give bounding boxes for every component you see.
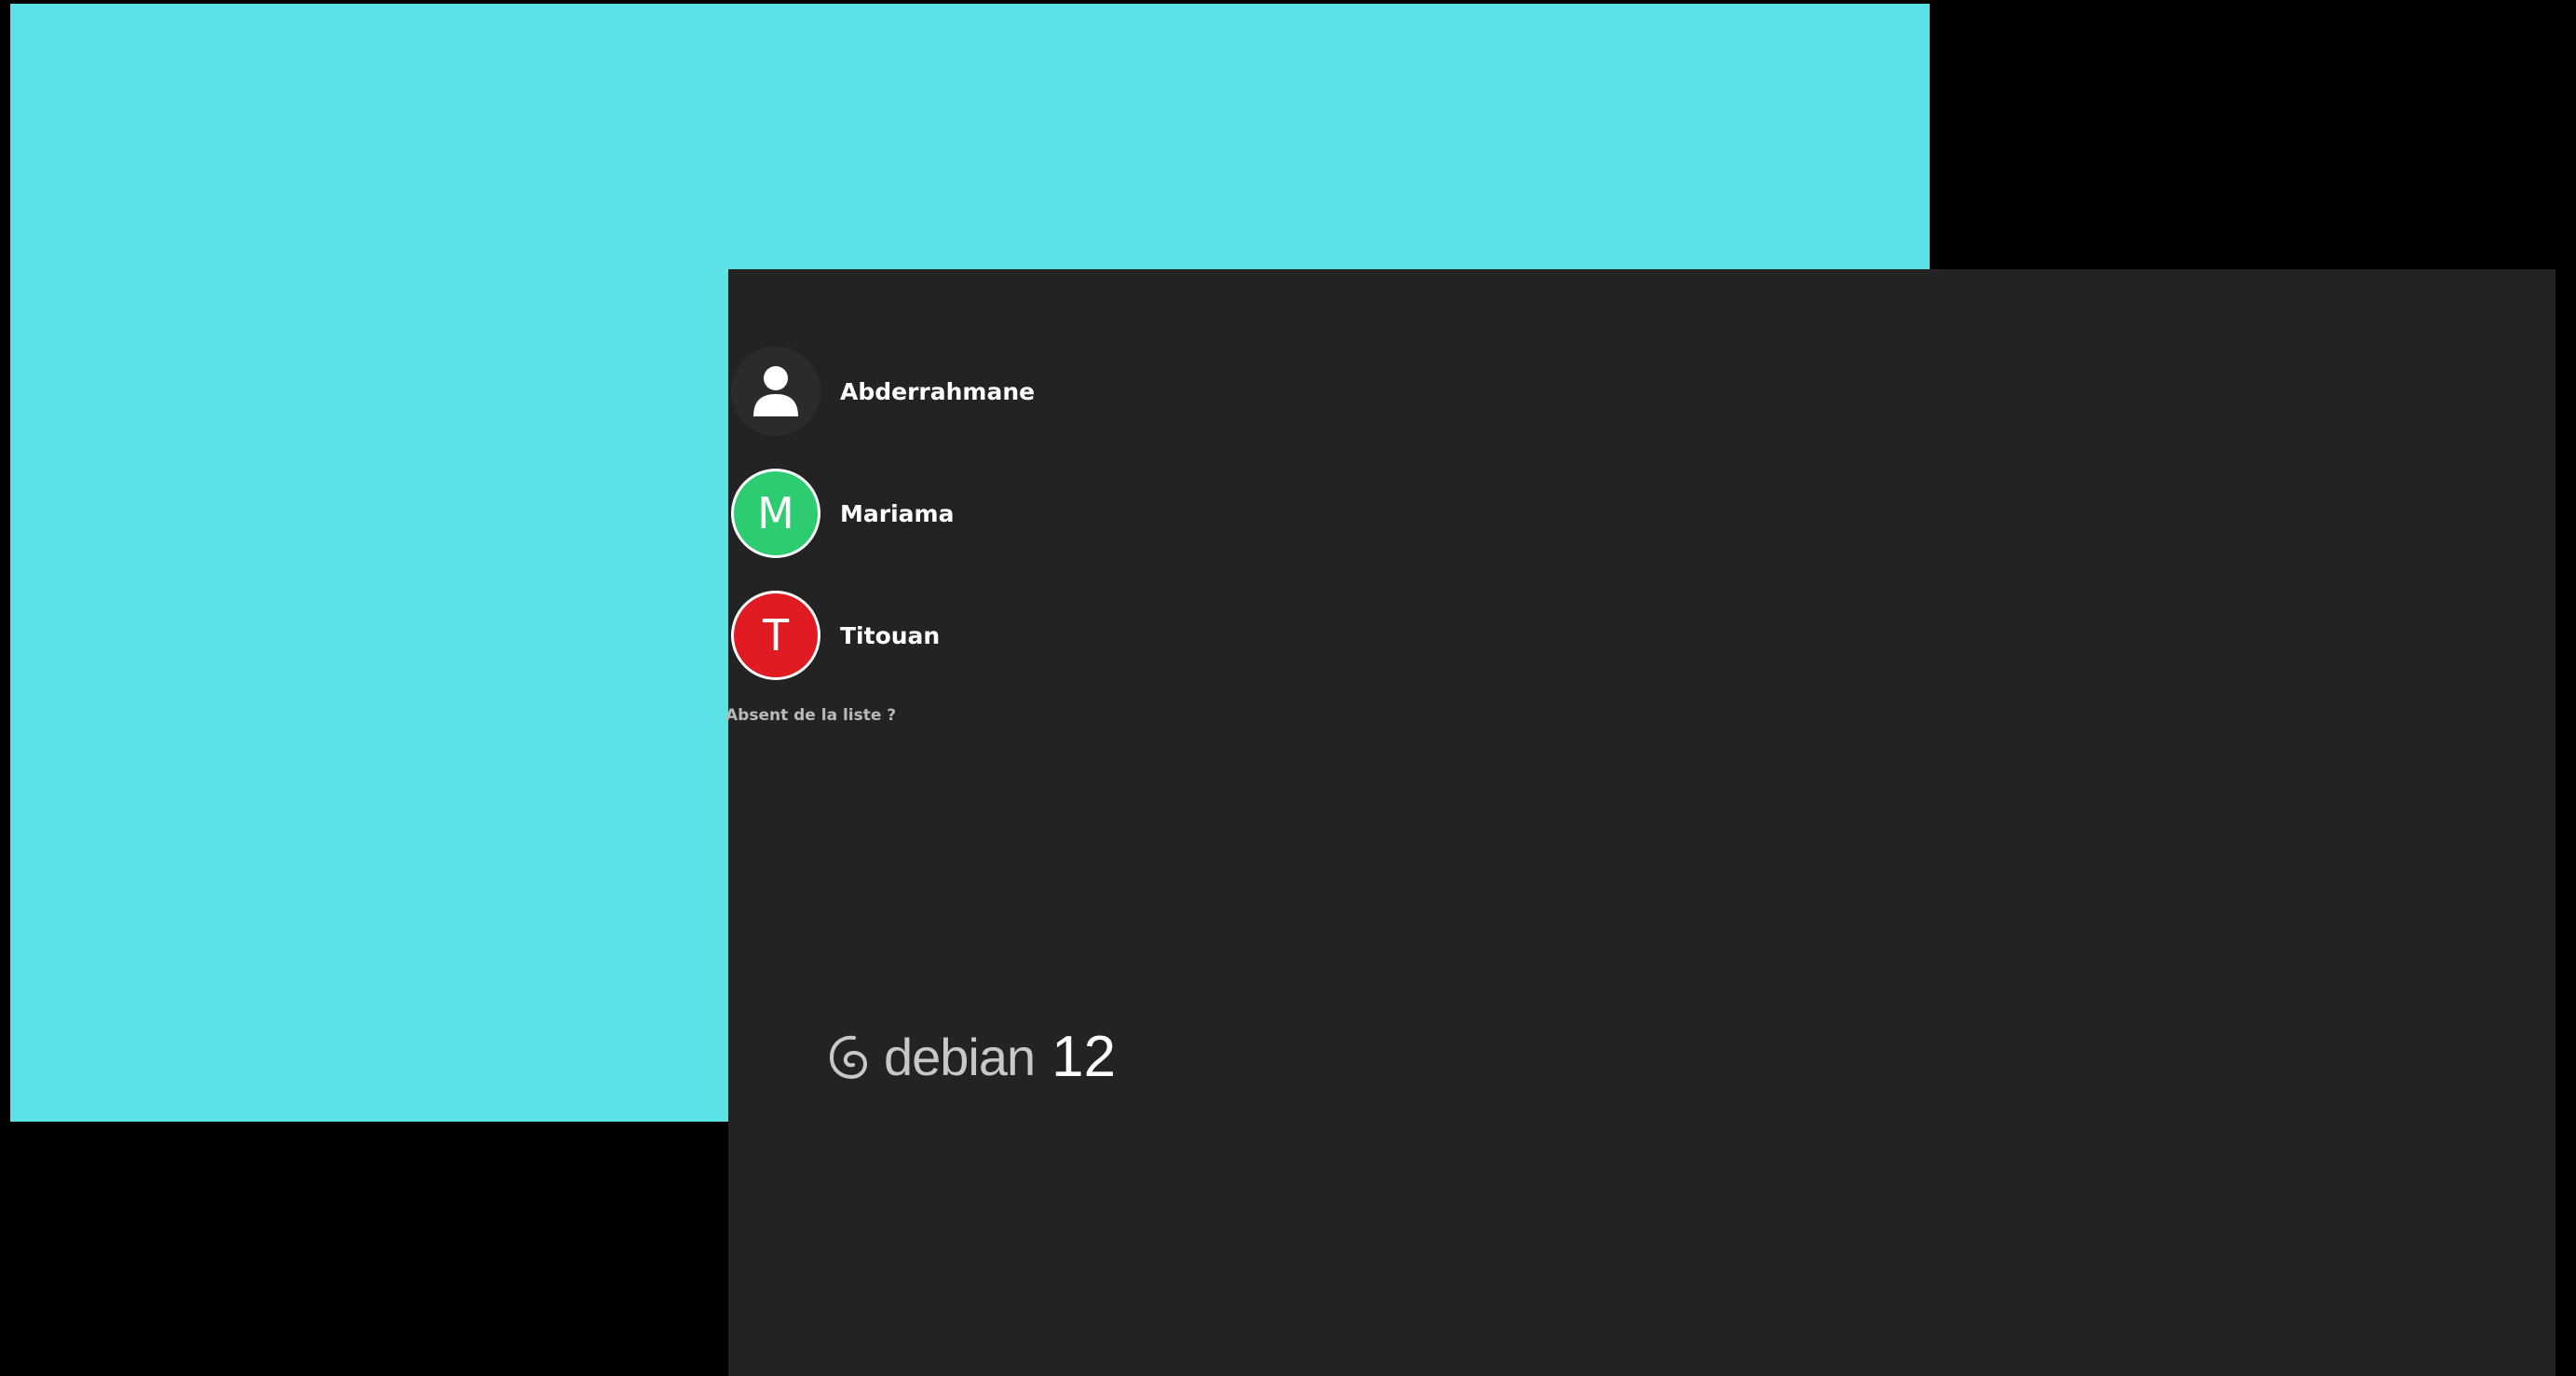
user-list: Abderrahmane M Mariama T Titouan [731, 347, 1197, 713]
avatar-letter: T [762, 610, 790, 661]
avatar: T [731, 591, 820, 680]
user-item-titouan[interactable]: T Titouan [731, 591, 1197, 680]
not-listed-link[interactable]: Absent de la liste ? [725, 706, 896, 725]
distro-logo: debian 12 [826, 1015, 1116, 1098]
user-name: Titouan [840, 621, 941, 649]
debian-swirl-icon [829, 1035, 868, 1080]
avatar: M [731, 469, 820, 558]
logo-version: 12 [1051, 1024, 1117, 1089]
user-item-mariama[interactable]: M Mariama [731, 469, 1197, 558]
logo-word: debian [884, 1027, 1036, 1086]
avatar [731, 347, 820, 436]
person-icon [753, 366, 798, 416]
user-name: Abderrahmane [840, 377, 1036, 405]
user-item-abderrahmane[interactable]: Abderrahmane [731, 347, 1197, 436]
user-name: Mariama [840, 499, 955, 527]
desktop: Abderrahmane M Mariama T Titouan Absent … [0, 0, 2576, 1376]
avatar-letter: M [757, 488, 794, 538]
